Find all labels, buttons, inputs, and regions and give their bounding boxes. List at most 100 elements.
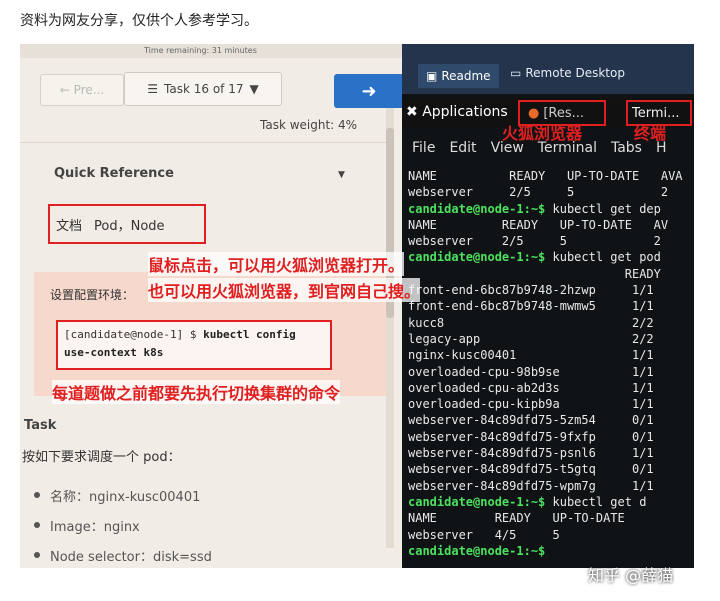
terminal-line: webserver 2/5 5 2 (408, 233, 683, 249)
shell-prompt: candidate@node-1:~$ (408, 494, 546, 509)
terminal-text: overloaded-cpu-98b9se 1/1 (408, 364, 654, 379)
list-item: Node selector：disk=ssd (34, 546, 212, 568)
terminal-line: NAME READY UP-TO-DATE (408, 510, 683, 526)
remote-tabbar: ▣ Readme ▭ Remote Desktop (402, 44, 694, 94)
terminal-text: webserver 2/5 5 2 (408, 185, 669, 200)
firefox-icon: ● (528, 105, 540, 121)
terminal-text: webserver 4/5 5 (408, 527, 560, 542)
task-nav-label: Task 16 of 17 (164, 82, 244, 96)
exam-panel: Time remaining: 31 minutes ← Pre... ☰ Ta… (20, 44, 404, 568)
terminal-line: legacy-app 2/2 (408, 331, 683, 347)
context-command-box[interactable]: [candidate@node-1] $ kubectl config use-… (56, 320, 332, 370)
terminal-text: READY (408, 266, 661, 281)
code-command-1: kubectl config (203, 328, 296, 341)
terminal-text: kubectl get d (545, 494, 647, 509)
annotation-firefox: 火狐浏览器 (502, 124, 583, 143)
menu-edit[interactable]: Edit (449, 140, 476, 162)
chevron-down-icon: ▼ (249, 82, 259, 96)
terminal-text: NAME READY UP-TO-DATE (408, 511, 625, 526)
previous-task-button[interactable]: ← Pre... (40, 74, 124, 106)
terminal-text: kubectl get pod (545, 250, 661, 265)
tab-readme[interactable]: ▣ Readme (418, 64, 499, 88)
terminal-task-label: Termi... (632, 105, 680, 121)
task-heading: Task (24, 418, 57, 433)
terminal-text: webserver 2/5 5 2 (408, 234, 661, 249)
menu-file[interactable]: File (412, 140, 435, 162)
terminal-text: webserver-84c89dfd75-5zm54 0/1 (408, 413, 654, 428)
page-caption: 资料为网友分享，仅供个人参考学习。 (20, 13, 258, 29)
shell-prompt: candidate@node-1:~$ (408, 201, 546, 216)
terminal-line: candidate@node-1:~$ kubectl get pod (408, 249, 683, 265)
next-task-button[interactable]: ➜ (334, 74, 404, 108)
time-remaining: Time remaining: 31 minutes (144, 46, 257, 55)
terminal-line: NAME READY UP-TO-DATE AVA (408, 168, 683, 184)
docs-links[interactable]: Pod，Node (94, 215, 165, 234)
terminal-text: webserver-84c89dfd75-t5gtq 0/1 (408, 462, 654, 477)
terminal-line: READY (408, 266, 683, 282)
terminal-text: overloaded-cpu-kipb9a 1/1 (408, 397, 654, 412)
terminal-line: NAME READY UP-TO-DATE AV (408, 217, 683, 233)
terminal-text: webserver-84c89dfd75-9fxfp 0/1 (408, 429, 654, 444)
terminal-text: front-end-6bc87b9748-2hzwp 1/1 (408, 283, 654, 298)
terminal-line: webserver 2/5 5 2 (408, 184, 683, 200)
terminal-line: overloaded-cpu-98b9se 1/1 (408, 364, 683, 380)
quick-reference-heading[interactable]: Quick Reference (54, 166, 174, 181)
annotation-terminal: 终端 (634, 124, 667, 143)
terminal-text: NAME READY UP-TO-DATE AVA (408, 169, 683, 183)
terminal-text: kubectl get dep (545, 201, 661, 216)
terminal-line: webserver-84c89dfd75-wpm7g 1/1 (408, 478, 683, 494)
task-weight: Task weight: 4% (260, 118, 358, 132)
time-remaining-bar: Time remaining: 31 minutes (20, 44, 402, 58)
shell-prompt: candidate@node-1:~$ (408, 250, 546, 265)
terminal-line: candidate@node-1:~$ kubectl get dep (408, 201, 683, 217)
terminal-line: nginx-kusc00401 1/1 (408, 347, 683, 363)
tab-remote-desktop[interactable]: ▭ Remote Desktop (510, 66, 625, 80)
terminal-text: webserver-84c89dfd75-wpm7g 1/1 (408, 478, 654, 493)
terminal-text: NAME READY UP-TO-DATE AV (408, 217, 669, 232)
terminal-line: overloaded-cpu-kipb9a 1/1 (408, 396, 683, 412)
terminal-line: webserver-84c89dfd75-psnl6 1/1 (408, 445, 683, 461)
list-icon: ☰ (147, 82, 159, 96)
docs-label: 文档 (56, 218, 83, 234)
terminal-output[interactable]: NAME READY UP-TO-DATE AVA webserver 2/5 5… (408, 168, 683, 559)
terminal-line: webserver 4/5 5 (408, 527, 683, 543)
x-logo-icon: ✖ (406, 104, 418, 120)
terminal-text: overloaded-cpu-ab2d3s 1/1 (408, 380, 654, 395)
list-item: 名称：nginx-kusc00401 (34, 486, 212, 516)
annotation-context: 每道题做之前都要先执行切换集群的命令 (52, 380, 341, 404)
tab-readme-label: Readme (441, 69, 491, 83)
firefox-task-label: [Res... (543, 105, 585, 121)
shell-prompt: candidate@node-1:~$ (408, 543, 546, 558)
readme-icon: ▣ (426, 69, 438, 83)
terminal-line: front-end-6bc87b9748-2hzwp 1/1 (408, 282, 683, 298)
terminal-line: overloaded-cpu-ab2d3s 1/1 (408, 380, 683, 396)
applications-menu[interactable]: ✖ Applications (406, 104, 508, 120)
arrow-left-icon: ← (59, 83, 74, 97)
terminal-text: webserver-84c89dfd75-psnl6 1/1 (408, 446, 654, 461)
terminal-text: kucc8 2/2 (408, 315, 654, 330)
env-setup-label: 设置配置环境： (50, 288, 135, 302)
next-arrow-icon: ➜ (361, 80, 377, 102)
terminal-line: kucc8 2/2 (408, 315, 683, 331)
task-navigator[interactable]: ☰ Task 16 of 17 ▼ (124, 72, 282, 106)
monitor-icon: ▭ (510, 66, 522, 80)
previous-label: Pre... (73, 83, 105, 97)
terminal-line: webserver-84c89dfd75-9fxfp 0/1 (408, 429, 683, 445)
divider (20, 142, 392, 143)
code-command-2: use-context k8s (64, 346, 164, 359)
terminal-text: legacy-app 2/2 (408, 331, 654, 346)
list-item: Image：nginx (34, 516, 212, 546)
applications-label: Applications (422, 104, 508, 120)
zhihu-watermark: 知乎 @薛猫 (588, 566, 674, 585)
terminal-text: nginx-kusc00401 1/1 (408, 348, 654, 363)
terminal-line: webserver-84c89dfd75-t5gtq 0/1 (408, 461, 683, 477)
annotation-click: 鼠标点击，可以用火狐浏览器打开。 (148, 252, 405, 276)
task-requirements: 名称：nginx-kusc00401 Image：nginx Node sele… (34, 486, 212, 568)
exam-screen-photo: Time remaining: 31 minutes ← Pre... ☰ Ta… (20, 44, 694, 568)
terminal-line: webserver-84c89dfd75-5zm54 0/1 (408, 412, 683, 428)
terminal-line: candidate@node-1:~$ (408, 543, 683, 559)
terminal-line: front-end-6bc87b9748-mwmw5 1/1 (408, 298, 683, 314)
caret-down-icon[interactable]: ▼ (338, 170, 345, 180)
terminal-text: front-end-6bc87b9748-mwmw5 1/1 (408, 299, 654, 314)
code-prompt: [candidate@node-1] $ (64, 328, 197, 341)
